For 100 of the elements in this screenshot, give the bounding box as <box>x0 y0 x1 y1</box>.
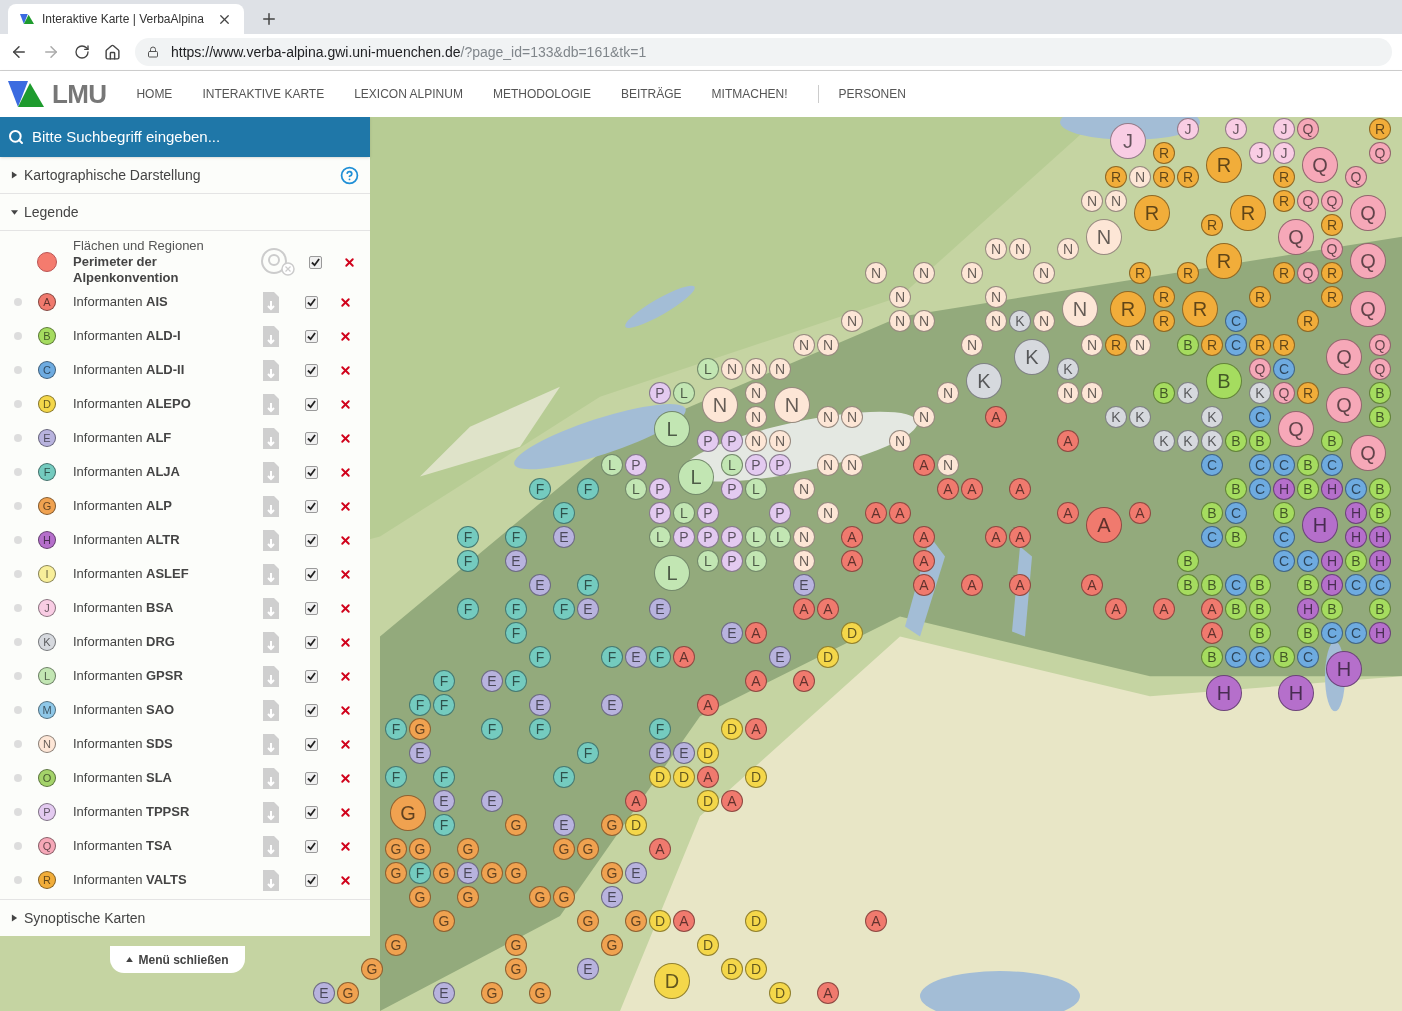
legend-symbol: I <box>38 565 56 583</box>
url-text: https://www.verba-alpina.gwi.uni-muenchen.de/?page_id=133&db=161&tk=1 <box>171 42 647 62</box>
accordion-header[interactable]: Kartographische Darstellung <box>0 157 370 194</box>
checkbox[interactable] <box>305 499 318 513</box>
browser-tab[interactable]: Interaktive Karte | VerbaAlpina <box>8 4 244 34</box>
legend-symbol: A <box>38 293 56 311</box>
back-icon[interactable] <box>10 43 28 61</box>
logo-icon <box>20 13 34 25</box>
legend-label: Informanten ALEPO <box>73 395 192 414</box>
search-icon <box>8 129 24 145</box>
checkbox[interactable] <box>305 771 318 785</box>
remove-icon[interactable] <box>339 873 352 887</box>
legend-symbol: N <box>38 735 56 753</box>
close-menu-button[interactable]: Menü schließen <box>110 946 245 973</box>
legend-label: Informanten ALD-II <box>73 361 186 380</box>
checkbox[interactable] <box>305 465 318 479</box>
legend-symbol: F <box>38 463 56 481</box>
checkbox[interactable] <box>305 839 318 853</box>
remove-icon[interactable] <box>339 329 352 343</box>
legend-label: Informanten BSA <box>73 599 175 618</box>
caret-icon <box>11 208 18 216</box>
remove-icon[interactable] <box>339 431 352 445</box>
legend-label: Informanten ALJA <box>73 463 181 482</box>
legend-symbol: J <box>38 599 56 617</box>
legend-symbol: G <box>38 497 56 515</box>
legend-label: Informanten ALD-I <box>73 327 182 346</box>
remove-icon[interactable] <box>339 635 352 649</box>
nav-link[interactable]: METHODOLOGIE <box>492 85 591 103</box>
checkbox[interactable] <box>309 255 322 269</box>
remove-icon[interactable] <box>339 533 352 547</box>
nav-link[interactable]: HOME <box>136 85 173 103</box>
checkbox[interactable] <box>305 601 318 615</box>
remove-icon[interactable] <box>339 465 352 479</box>
legend-label: Informanten ASLEF <box>73 565 190 584</box>
legend-caption: Flächen und Regionen <box>73 238 205 254</box>
checkbox[interactable] <box>305 567 318 581</box>
remove-icon[interactable] <box>339 839 352 853</box>
legend-label: Informanten AIS <box>73 293 169 312</box>
remove-icon[interactable] <box>339 567 352 581</box>
caret-icon <box>11 914 18 922</box>
remove-icon[interactable] <box>339 601 352 615</box>
logo-text[interactable]: LMU <box>52 74 107 114</box>
remove-icon[interactable] <box>339 295 352 309</box>
legend-symbol: H <box>38 531 56 549</box>
nav-link[interactable]: LEXICON ALPINUM <box>354 85 463 103</box>
nav-link[interactable]: BEITRÄGE <box>620 85 682 103</box>
legend-symbol: R <box>38 871 56 889</box>
checkbox[interactable] <box>305 363 318 377</box>
legend-symbol: M <box>38 701 56 719</box>
checkbox[interactable] <box>305 737 318 751</box>
remove-icon[interactable] <box>339 363 352 377</box>
accordion-header[interactable]: Synoptische Karten <box>0 899 370 936</box>
remove-icon[interactable] <box>339 499 352 513</box>
checkbox[interactable] <box>305 873 318 887</box>
checkbox[interactable] <box>305 669 318 683</box>
nav-link[interactable]: INTERAKTIVE KARTE <box>202 85 325 103</box>
remove-icon[interactable] <box>339 771 352 785</box>
search-bar[interactable]: Bitte Suchbegriff eingeben... <box>0 117 370 157</box>
legend-symbol: L <box>38 667 56 685</box>
legend-label: Informanten DRG <box>73 633 176 652</box>
legend-symbol: E <box>38 429 56 447</box>
legend-symbol: B <box>38 327 56 345</box>
reload-icon[interactable] <box>74 44 90 60</box>
checkbox[interactable] <box>305 431 318 445</box>
address-bar[interactable]: https://www.verba-alpina.gwi.uni-muenchen.de/?page_id=133&db=161&tk=1 <box>135 38 1392 66</box>
tab-title: Interaktive Karte | VerbaAlpina <box>42 11 205 28</box>
legend-title: Perimeter der Alpenkonvention <box>73 254 180 286</box>
remove-icon[interactable] <box>339 737 352 751</box>
legend-symbol: K <box>38 633 56 651</box>
legend-label: Informanten TSA <box>73 837 173 856</box>
checkbox[interactable] <box>305 805 318 819</box>
caret-icon <box>126 957 134 962</box>
nav-link[interactable]: MITMACHEN! <box>711 85 788 103</box>
nav-link[interactable]: PERSONEN <box>838 85 906 103</box>
legend-label: Informanten ALTR <box>73 531 181 550</box>
new-tab-icon[interactable] <box>260 10 278 28</box>
remove-icon[interactable] <box>339 703 352 717</box>
accordion-header[interactable]: Legende <box>0 194 370 231</box>
legend-label: Informanten SAO <box>73 701 176 720</box>
checkbox[interactable] <box>305 533 318 547</box>
home-icon[interactable] <box>104 43 121 61</box>
remove-icon[interactable] <box>339 805 352 819</box>
legend-symbol: C <box>38 361 56 379</box>
remove-icon[interactable] <box>339 397 352 411</box>
remove-icon[interactable] <box>343 255 356 269</box>
checkbox[interactable] <box>305 635 318 649</box>
help-icon[interactable] <box>340 165 359 185</box>
lock-icon <box>147 46 159 58</box>
legend-label: Informanten SDS <box>73 735 174 754</box>
checkbox[interactable] <box>305 397 318 411</box>
checkbox[interactable] <box>305 329 318 343</box>
legend-label: Informanten SLA <box>73 769 173 788</box>
legend-label: Informanten TPPSR <box>73 803 191 822</box>
legend-label: Informanten ALP <box>73 497 173 516</box>
checkbox[interactable] <box>305 703 318 717</box>
legend-symbol: Q <box>38 837 56 855</box>
remove-icon[interactable] <box>339 669 352 683</box>
legend-symbol: P <box>38 803 56 821</box>
checkbox[interactable] <box>305 295 318 309</box>
search-field[interactable]: Bitte Suchbegriff eingeben... <box>32 125 362 149</box>
